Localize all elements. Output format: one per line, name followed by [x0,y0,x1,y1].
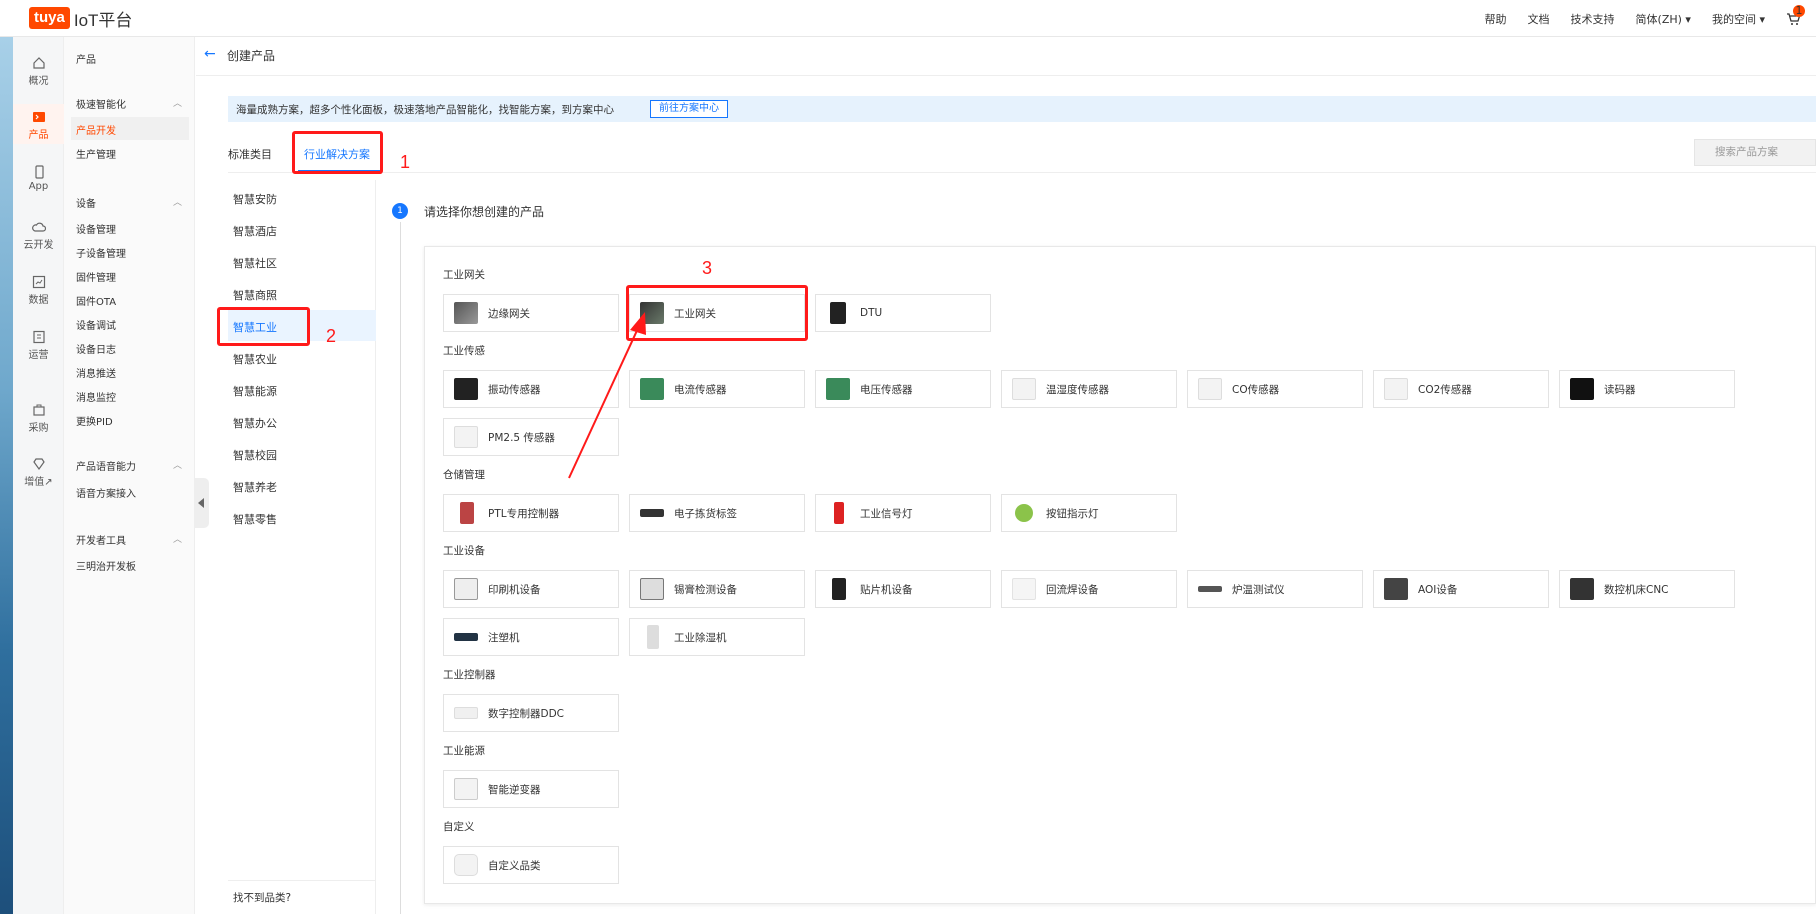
annotation-arrow [568,312,646,479]
